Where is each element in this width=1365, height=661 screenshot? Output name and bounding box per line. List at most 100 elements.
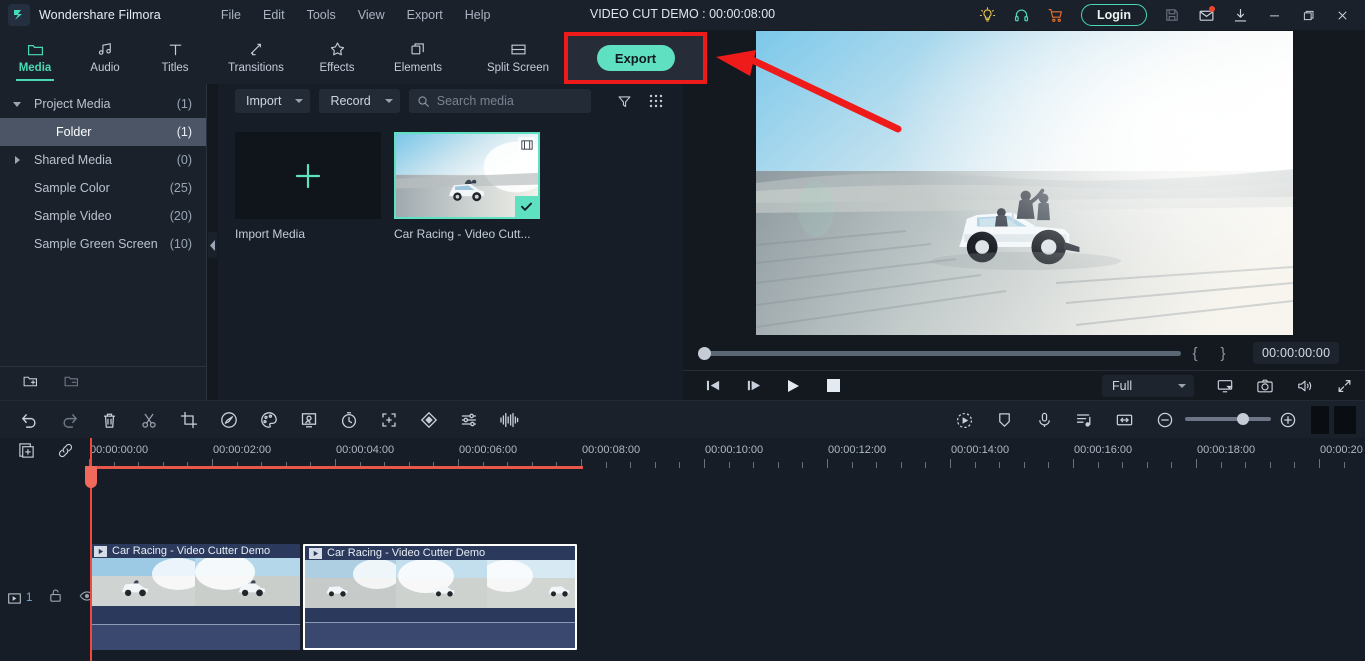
undo-icon[interactable] [9, 401, 49, 439]
voiceover-mic-icon[interactable] [1024, 401, 1064, 439]
sidebar-label: Sample Color [34, 181, 110, 195]
color-palette-icon[interactable] [249, 401, 289, 439]
adjust-sliders-icon[interactable] [449, 401, 489, 439]
audio-mixer-icon[interactable] [1064, 401, 1104, 439]
tab-transitions[interactable]: Transitions [210, 30, 302, 84]
minimize-icon[interactable] [1257, 0, 1291, 30]
split-scissors-icon[interactable] [129, 401, 169, 439]
zoom-out-icon[interactable] [1145, 401, 1185, 439]
cart-icon[interactable] [1039, 0, 1073, 30]
media-thumbnail[interactable] [394, 132, 540, 219]
mark-out-button[interactable]: } [1209, 345, 1237, 362]
record-dropdown[interactable]: Record [319, 89, 400, 113]
marker-icon[interactable] [984, 401, 1024, 439]
unlock-icon[interactable] [48, 588, 63, 608]
tab-effects[interactable]: Effects [302, 30, 372, 84]
grid-view-icon[interactable] [645, 89, 667, 113]
quality-dropdown[interactable]: Full [1102, 375, 1194, 397]
import-dropdown[interactable]: Import [235, 89, 311, 113]
scrubber-track[interactable] [698, 346, 1181, 360]
twisty-right-icon[interactable] [0, 156, 34, 164]
search-media-box[interactable] [408, 89, 591, 113]
screen-cast-icon[interactable] [1205, 371, 1245, 401]
menu-file[interactable]: File [210, 4, 252, 26]
effects-star-icon [330, 42, 344, 56]
crop-icon[interactable] [169, 401, 209, 439]
tab-split-screen[interactable]: Split Screen [464, 30, 572, 84]
duration-clock-icon[interactable] [329, 401, 369, 439]
media-item-car-racing[interactable]: Car Racing - Video Cutt... [394, 132, 540, 241]
menu-view[interactable]: View [347, 4, 396, 26]
sidebar-count: (10) [169, 237, 192, 251]
pan-zoom-icon[interactable] [369, 401, 409, 439]
export-button[interactable]: Export [596, 45, 675, 71]
mail-icon[interactable] [1189, 0, 1223, 30]
sidebar-item-sample-color[interactable]: Sample Color (25) [0, 174, 206, 202]
keyframe-diamond-icon[interactable] [409, 401, 449, 439]
timeline-ruler[interactable]: 00:00:00:00 00:00:02:00 00:00:04:00 00:0… [88, 438, 1365, 474]
menu-edit[interactable]: Edit [252, 4, 296, 26]
prev-frame-button[interactable] [693, 371, 733, 401]
menu-export[interactable]: Export [396, 4, 454, 26]
green-screen-icon[interactable] [289, 401, 329, 439]
sidebar-collapse-handle[interactable] [208, 232, 217, 258]
save-icon[interactable] [1155, 0, 1189, 30]
import-media-tile[interactable]: Import Media [235, 132, 381, 241]
tab-audio[interactable]: Audio [70, 30, 140, 84]
timeline-clip-1[interactable]: Car Racing - Video Cutter Demo [90, 544, 300, 650]
elements-layers-icon [410, 43, 424, 55]
menu-tools[interactable]: Tools [296, 4, 347, 26]
add-track-icon[interactable] [18, 442, 35, 464]
twisty-down-icon[interactable] [0, 101, 34, 107]
zoom-slider-handle[interactable] [1237, 413, 1249, 425]
mark-in-button[interactable]: { [1181, 345, 1209, 362]
sidebar-item-shared-media[interactable]: Shared Media (0) [0, 146, 206, 174]
link-icon[interactable] [57, 442, 74, 464]
lightbulb-icon[interactable] [971, 0, 1005, 30]
filter-funnel-icon[interactable] [614, 89, 636, 113]
sidebar-item-folder[interactable]: Folder (1) [0, 118, 206, 146]
sidebar-item-sample-video[interactable]: Sample Video (20) [0, 202, 206, 230]
delete-icon[interactable] [89, 401, 129, 439]
maximize-icon[interactable] [1291, 0, 1325, 30]
search-input[interactable] [436, 94, 582, 108]
clip-thumbnails [90, 558, 300, 606]
import-media-thumb[interactable] [235, 132, 381, 219]
clip-thumbnails [305, 560, 575, 608]
tab-elements[interactable]: Elements [372, 30, 464, 84]
sidebar-item-sample-green-screen[interactable]: Sample Green Screen (10) [0, 230, 206, 258]
sidebar-label: Shared Media [34, 153, 112, 167]
render-preview-icon[interactable] [944, 401, 984, 439]
add-folder-icon[interactable] [22, 373, 39, 395]
ruler-label: 00:00:08:00 [582, 444, 641, 456]
remove-folder-icon[interactable] [63, 373, 80, 395]
headset-icon[interactable] [1005, 0, 1039, 30]
speed-icon[interactable] [209, 401, 249, 439]
player-scrubber-bar: { } 00:00:00:00 [683, 336, 1365, 370]
playhead[interactable] [85, 438, 97, 661]
audio-detach-icon[interactable] [489, 401, 529, 439]
stop-button[interactable] [813, 371, 853, 401]
login-button[interactable]: Login [1080, 4, 1147, 26]
video-preview[interactable] [756, 31, 1293, 335]
sidebar-item-project-media[interactable]: Project Media (1) [0, 90, 206, 118]
playhead-handle[interactable] [85, 466, 97, 488]
timeline-zoom-slider[interactable] [1185, 413, 1271, 425]
zoom-in-icon[interactable] [1268, 401, 1308, 439]
redo-icon[interactable] [49, 401, 89, 439]
tab-titles[interactable]: Titles [140, 30, 210, 84]
fullscreen-icon[interactable] [1324, 371, 1364, 401]
ruler-label: 00:00:20 [1320, 444, 1363, 456]
tab-elements-label: Elements [394, 62, 442, 74]
scrubber-handle[interactable] [698, 346, 711, 360]
tab-media[interactable]: Media [0, 30, 70, 84]
close-icon[interactable] [1325, 0, 1359, 30]
volume-icon[interactable] [1285, 371, 1325, 401]
download-icon[interactable] [1223, 0, 1257, 30]
next-frame-button[interactable] [733, 371, 773, 401]
timeline-clip-2[interactable]: Car Racing - Video Cutter Demo [303, 544, 577, 650]
snapshot-camera-icon[interactable] [1245, 371, 1285, 401]
menu-help[interactable]: Help [454, 4, 502, 26]
play-button[interactable] [773, 371, 813, 401]
fit-timeline-icon[interactable] [1104, 401, 1144, 439]
